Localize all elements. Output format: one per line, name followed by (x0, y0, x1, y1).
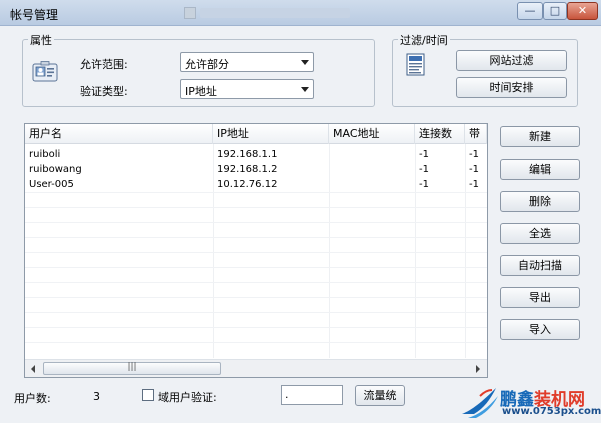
cell-username: ruibowang (29, 164, 82, 175)
domain-field[interactable]: . (281, 385, 343, 405)
cell-username: ruiboli (29, 149, 61, 160)
cell-username: User-005 (29, 179, 74, 190)
time-schedule-button[interactable]: 时间安排 (456, 77, 567, 98)
cell-mac (329, 162, 415, 177)
document-icon (406, 53, 425, 76)
site-filter-button[interactable]: 网站过滤 (456, 50, 567, 71)
verify-type-value: IP地址 (185, 85, 217, 98)
column-header-mac[interactable]: MAC地址 (329, 124, 415, 144)
grid-line (25, 207, 487, 208)
horizontal-scrollbar[interactable]: ||| (25, 359, 487, 377)
dialog-client-area: 属性 允许范围: 允许部分 验证类型: IP地址 过滤/时间 网站过滤 时间安排… (0, 26, 601, 423)
new-button[interactable]: 新建 (500, 126, 580, 147)
domain-verify-label: 域用户验证: (158, 391, 217, 404)
cell-connections: -1 (419, 164, 429, 175)
grid-line (25, 222, 487, 223)
domain-field-value: . (285, 388, 289, 401)
traffic-stats-button[interactable]: 流量统 (355, 385, 405, 406)
user-list[interactable]: 用户名 IP地址 MAC地址 连接数 带 ruiboli 192.168.1.1… (24, 123, 488, 378)
domain-verify-checkbox[interactable] (142, 389, 154, 401)
verify-type-label: 验证类型: (80, 85, 128, 98)
grid-line (25, 342, 487, 343)
table-row[interactable]: ruibowang 192.168.1.2 -1 -1 (25, 162, 487, 177)
watermark-url: www.0753px.com (502, 406, 601, 417)
grid-line (25, 282, 487, 283)
column-header-ip[interactable]: IP地址 (213, 124, 329, 144)
scroll-right-icon (476, 365, 480, 373)
properties-legend: 属性 (28, 32, 54, 48)
grid-line (25, 312, 487, 313)
cell-mac (329, 147, 415, 162)
window-title: 帐号管理 (10, 8, 59, 22)
edit-button[interactable]: 编辑 (500, 159, 580, 180)
export-button[interactable]: 导出 (500, 287, 580, 308)
grid-line (25, 297, 487, 298)
table-row[interactable]: User-005 10.12.76.12 -1 -1 (25, 177, 487, 192)
app-icon (184, 7, 196, 19)
import-button[interactable]: 导入 (500, 319, 580, 340)
minimize-button[interactable]: — (517, 2, 543, 20)
watermark-logo: 鹏鑫装机网 www.0753px.com (458, 382, 601, 423)
allow-scope-value: 允许部分 (185, 58, 229, 71)
verify-type-select[interactable]: IP地址 (180, 79, 314, 99)
column-header-connections[interactable]: 连接数 (415, 124, 465, 144)
background-address-bar (200, 8, 350, 18)
cell-bandwidth: -1 (469, 164, 479, 175)
chevron-down-icon (301, 87, 309, 92)
properties-icon (32, 61, 58, 82)
close-button[interactable]: ✕ (567, 2, 598, 20)
filter-time-legend: 过滤/时间 (398, 32, 450, 48)
cell-connections: -1 (419, 149, 429, 160)
title-bar: 帐号管理 — □ ✕ (0, 0, 601, 26)
select-all-button[interactable]: 全选 (500, 223, 580, 244)
column-header-bandwidth[interactable]: 带 (465, 124, 487, 144)
allow-scope-label: 允许范围: (80, 58, 128, 71)
scroll-right-button[interactable] (470, 360, 487, 377)
cell-bandwidth: -1 (469, 149, 479, 160)
scroll-thumb[interactable]: ||| (43, 362, 221, 375)
grid-line (25, 237, 487, 238)
grid-line (25, 192, 487, 193)
list-header: 用户名 IP地址 MAC地址 连接数 带 (25, 124, 487, 144)
scroll-left-icon (31, 365, 35, 373)
cell-ip: 10.12.76.12 (217, 179, 278, 190)
allow-scope-select[interactable]: 允许部分 (180, 52, 314, 72)
user-count-label: 用户数: (14, 392, 51, 405)
auto-scan-button[interactable]: 自动扫描 (500, 255, 580, 276)
cell-ip: 192.168.1.1 (217, 149, 278, 160)
cell-bandwidth: -1 (469, 179, 479, 190)
grid-line (25, 252, 487, 253)
bird-logo-icon (462, 388, 498, 418)
cell-mac (329, 177, 415, 192)
scroll-left-button[interactable] (25, 360, 42, 377)
maximize-button[interactable]: □ (543, 2, 567, 20)
column-header-username[interactable]: 用户名 (25, 124, 213, 144)
table-row[interactable]: ruiboli 192.168.1.1 -1 -1 (25, 147, 487, 162)
delete-button[interactable]: 删除 (500, 191, 580, 212)
user-count-value: 3 (93, 390, 100, 403)
grid-line (25, 327, 487, 328)
chevron-down-icon (301, 60, 309, 65)
cell-ip: 192.168.1.2 (217, 164, 278, 175)
cell-connections: -1 (419, 179, 429, 190)
grid-line (25, 267, 487, 268)
